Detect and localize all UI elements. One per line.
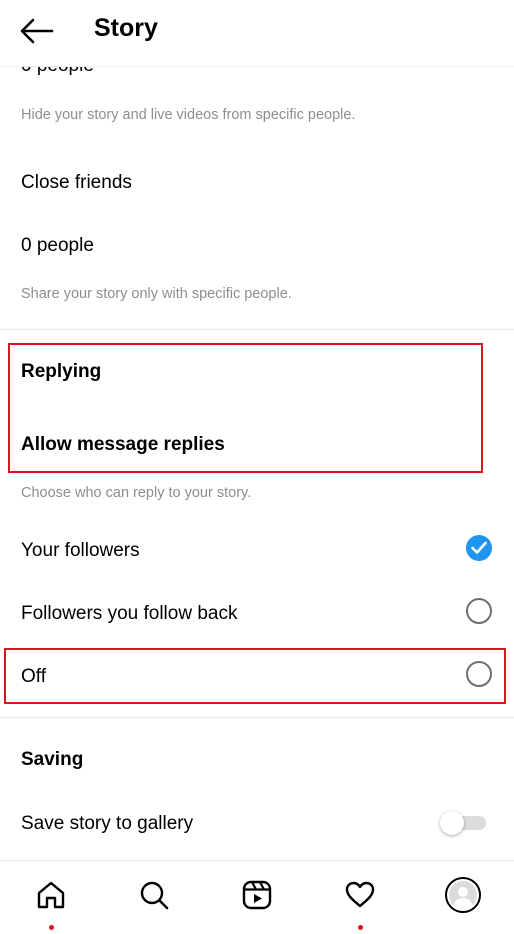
- option-your-followers-label[interactable]: Your followers: [21, 540, 140, 562]
- replying-help: Choose who can reply to your story.: [21, 485, 252, 501]
- highlight-box-off: [4, 648, 506, 704]
- hide-story-help: Hide your story and live videos from spe…: [21, 107, 356, 123]
- arrow-left-icon: [20, 18, 54, 44]
- radio-your-followers[interactable]: [466, 535, 492, 561]
- home-icon: [37, 881, 65, 909]
- toggle-knob: [440, 811, 464, 835]
- profile-avatar: [445, 877, 481, 913]
- checkmark-icon: [471, 541, 487, 554]
- close-friends-value[interactable]: 0 people: [21, 235, 94, 257]
- top-bar: Story: [0, 0, 514, 67]
- bottom-nav: [0, 860, 514, 934]
- nav-activity[interactable]: [340, 875, 380, 930]
- back-button[interactable]: [19, 17, 55, 45]
- option-followers-you-follow-back-label[interactable]: Followers you follow back: [21, 603, 237, 625]
- close-friends-label: Close friends: [21, 172, 132, 193]
- section-divider: [0, 329, 514, 330]
- notification-dot: [49, 925, 54, 930]
- nav-home[interactable]: [31, 875, 71, 930]
- section-divider: [0, 717, 514, 718]
- reels-icon: [242, 880, 272, 910]
- nav-search[interactable]: [134, 875, 174, 915]
- search-icon: [140, 881, 169, 910]
- save-to-gallery-toggle[interactable]: [440, 811, 486, 835]
- nav-reels[interactable]: [237, 875, 277, 915]
- highlight-box-replying: [8, 343, 483, 473]
- notification-dot: [358, 925, 363, 930]
- radio-followers-you-follow-back[interactable]: [466, 598, 492, 624]
- nav-profile[interactable]: [443, 875, 483, 915]
- settings-list: 0 people Hide your story and live videos…: [0, 0, 514, 860]
- save-to-gallery-label: Save story to gallery: [21, 813, 194, 834]
- activity-heart-icon: [345, 881, 375, 908]
- close-friends-help: Share your story only with specific peop…: [21, 286, 292, 302]
- saving-heading: Saving: [21, 749, 84, 770]
- page-title: Story: [94, 14, 158, 42]
